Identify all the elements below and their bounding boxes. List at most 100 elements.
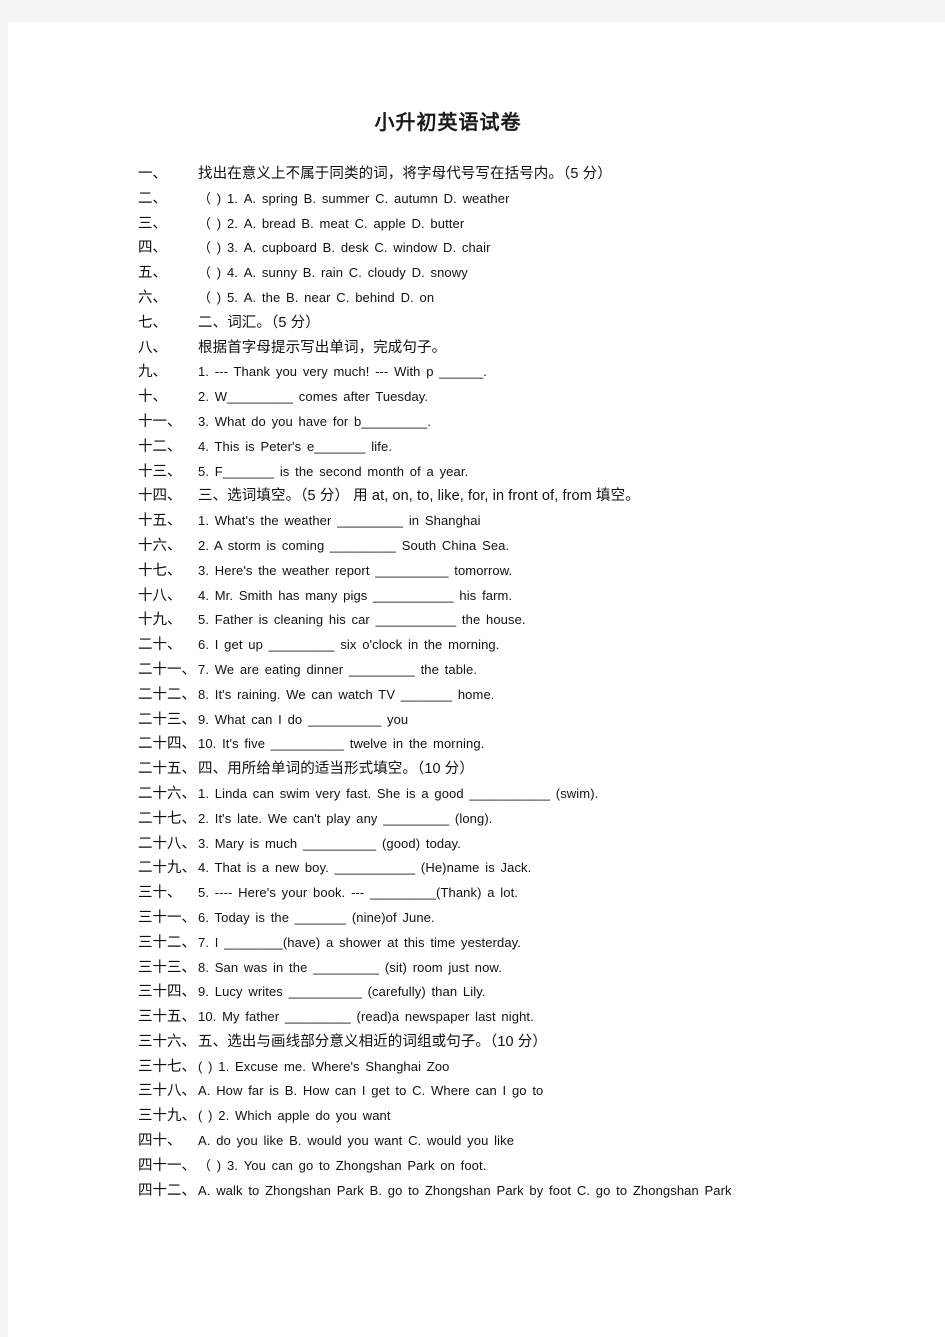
line-marker: 十三、 <box>138 463 182 480</box>
document-line: 二十四、 10. It's five __________ twelve in t… <box>138 732 938 757</box>
line-text: A. do you like B. would you want C. woul… <box>198 1133 515 1149</box>
line-text: 1. --- Thank you very much! --- With p _… <box>198 364 487 380</box>
line-marker: 三十九、 <box>138 1108 196 1125</box>
line-marker: 二十二、 <box>138 686 196 703</box>
line-marker: 四、 <box>138 240 167 257</box>
document-line: 五、 （ ) 4. A. sunny B. rain C. cloudy D. s… <box>138 261 938 286</box>
line-marker: 三十一、 <box>138 909 196 926</box>
document-line: 八、 根据首字母提示写出单词，完成句子。 <box>138 336 938 361</box>
line-text: 6. I get up _________ six o'clock in the… <box>198 637 500 653</box>
line-marker: 二十四、 <box>138 736 196 753</box>
document-line: 四十、 A. do you like B. would you want C. w… <box>138 1129 938 1154</box>
line-marker: 六、 <box>138 289 167 306</box>
document-line: 三十五、 10. My father _________ (read)a news… <box>138 1005 938 1030</box>
line-marker: 三十六、 <box>138 1033 196 1050</box>
line-text: 8. It's raining. We can watch TV _______… <box>198 686 495 702</box>
line-text: 3. Mary is much __________ (good) today. <box>198 835 461 851</box>
line-marker: 十二、 <box>138 438 182 455</box>
document-line: 七、 二、词汇。（5 分） <box>138 311 938 336</box>
document-line: 二十八、 3. Mary is much __________ (good) to… <box>138 832 938 857</box>
line-marker: 三十三、 <box>138 959 196 976</box>
line-text: 8. San was in the _________ (sit) room j… <box>198 959 502 975</box>
line-text: 5. Father is cleaning his car __________… <box>198 612 526 628</box>
line-text: 3. Here's the weather report __________ … <box>198 562 513 578</box>
line-text: ( ) 2. Which apple do you want <box>198 1108 391 1124</box>
line-marker: 三十四、 <box>138 984 196 1001</box>
line-text: （ ) 4. A. sunny B. rain C. cloudy D. sno… <box>198 265 468 281</box>
line-marker: 二十、 <box>138 637 182 654</box>
line-text: 7. We are eating dinner _________ the ta… <box>198 661 478 677</box>
line-text: 1. What's the weather _________ in Shang… <box>198 513 481 529</box>
line-text: 10. It's five __________ twelve in the m… <box>198 736 485 752</box>
line-text: 二、词汇。（5 分） <box>198 314 320 331</box>
document-line: 二十三、 9. What can I do __________ you <box>138 708 938 733</box>
line-marker: 二十九、 <box>138 860 196 877</box>
document-line: 四十二、 A. walk to Zhongshan Park B. go to Z… <box>138 1179 938 1204</box>
line-marker: 十、 <box>138 389 167 406</box>
document-line: 一、 找出在意义上不属于同类的词，将字母代号写在括号内。（5 分） <box>138 162 938 187</box>
line-text: 2. It's late. We can't play any ________… <box>198 810 493 826</box>
line-text: 6. Today is the _______ (nine)of June. <box>198 909 435 925</box>
document-line: 二十九、 4. That is a new boy. ___________ (H… <box>138 856 938 881</box>
line-text: （ ) 3. A. cupboard B. desk C. window D. … <box>198 240 491 256</box>
line-text: （ ) 1. A. spring B. summer C. autumn D. … <box>198 190 510 206</box>
line-marker: 二十三、 <box>138 711 196 728</box>
line-marker: 十四、 <box>138 488 182 505</box>
line-text: 4. Mr. Smith has many pigs ___________ h… <box>198 587 513 603</box>
line-marker: 二十一、 <box>138 661 196 678</box>
document-line: 十七、 3. Here's the weather report ________… <box>138 559 938 584</box>
line-text: 2. A storm is coming _________ South Chi… <box>198 537 510 553</box>
document-line: 二十一、 7. We are eating dinner _________ th… <box>138 658 938 683</box>
line-marker: 十八、 <box>138 587 182 604</box>
line-marker: 十九、 <box>138 612 182 629</box>
line-marker: 十七、 <box>138 562 182 579</box>
line-marker: 二十八、 <box>138 835 196 852</box>
line-text: 三、选词填空。（5 分） 用 at, on, to, like, for, in… <box>198 488 640 505</box>
document-line: 二十五、 四、用所给单词的适当形式填空。（10 分） <box>138 757 938 782</box>
line-text: 找出在意义上不属于同类的词，将字母代号写在括号内。（5 分） <box>198 166 612 182</box>
line-marker: 三十七、 <box>138 1058 196 1075</box>
line-text: 2. W_________ comes after Tuesday. <box>198 389 429 405</box>
line-text: （ ) 3. You can go to Zhongshan Park on f… <box>198 1157 487 1173</box>
document-line: 二十六、 1. Linda can swim very fast. She is … <box>138 782 938 807</box>
line-text: 5. F_______ is the second month of a yea… <box>198 463 469 479</box>
document-line: 二十二、 8. It's raining. We can watch TV ___… <box>138 683 938 708</box>
line-text: A. walk to Zhongshan Park B. go to Zhong… <box>198 1182 732 1198</box>
document-line: 二十七、 2. It's late. We can't play any ____… <box>138 807 938 832</box>
line-marker: 四十一、 <box>138 1157 196 1174</box>
line-marker: 三十五、 <box>138 1009 196 1026</box>
line-text: 10. My father _________ (read)a newspape… <box>198 1009 534 1025</box>
line-marker: 三十八、 <box>138 1083 196 1100</box>
document-body: 一、 找出在意义上不属于同类的词，将字母代号写在括号内。（5 分） 二、 （ ) 1.… <box>138 162 938 1203</box>
line-marker: 四十二、 <box>138 1182 196 1199</box>
document-line: 十六、 2. A storm is coming _________ South … <box>138 534 938 559</box>
document-line: 三十四、 9. Lucy writes __________ (carefully… <box>138 980 938 1005</box>
line-marker: 三十、 <box>138 885 182 902</box>
line-text: 3. What do you have for b_________. <box>198 413 432 429</box>
line-text: 4. This is Peter's e_______ life. <box>198 438 393 454</box>
line-marker: 七、 <box>138 314 167 331</box>
document-line: 十八、 4. Mr. Smith has many pigs __________… <box>138 584 938 609</box>
document-line: 十九、 5. Father is cleaning his car _______… <box>138 608 938 633</box>
document-line: 三十二、 7. I ________(have) a shower at this… <box>138 931 938 956</box>
line-text: 四、用所给单词的适当形式填空。（10 分） <box>198 761 475 778</box>
document-line: 十五、 1. What's the weather _________ in Sh… <box>138 509 938 534</box>
line-marker: 八、 <box>138 339 167 356</box>
line-text: 五、选出与画线部分意义相近的词组或句子。（10 分） <box>198 1033 548 1050</box>
document-line: 三十八、 A. How far is B. How can I get to C.… <box>138 1079 938 1104</box>
line-marker: 十五、 <box>138 513 182 530</box>
document-line: 三十一、 6. Today is the _______ (nine)of Jun… <box>138 906 938 931</box>
document-page: 小升初英语试卷 一、 找出在意义上不属于同类的词，将字母代号写在括号内。（5 分）… <box>8 22 945 1337</box>
line-text: ( ) 1. Excuse me. Where's Shanghai Zoo <box>198 1058 450 1074</box>
line-marker: 二十五、 <box>138 761 196 778</box>
line-text: （ ) 2. A. bread B. meat C. apple D. butt… <box>198 215 465 231</box>
line-text: （ ) 5. A. the B. near C. behind D. on <box>198 289 435 305</box>
line-text: 5. ---- Here's your book. --- _________(… <box>198 885 519 901</box>
document-line: 九、 1. --- Thank you very much! --- With p… <box>138 360 938 385</box>
line-text: 9. Lucy writes __________ (carefully) th… <box>198 984 486 1000</box>
line-marker: 一、 <box>138 166 167 182</box>
line-text: 4. That is a new boy. ___________ (He)na… <box>198 860 532 876</box>
document-line: 三十三、 8. San was in the _________ (sit) ro… <box>138 956 938 981</box>
document-line: 四十一、（ ) 3. You can go to Zhongshan Park … <box>138 1154 938 1179</box>
line-marker: 十一、 <box>138 413 182 430</box>
